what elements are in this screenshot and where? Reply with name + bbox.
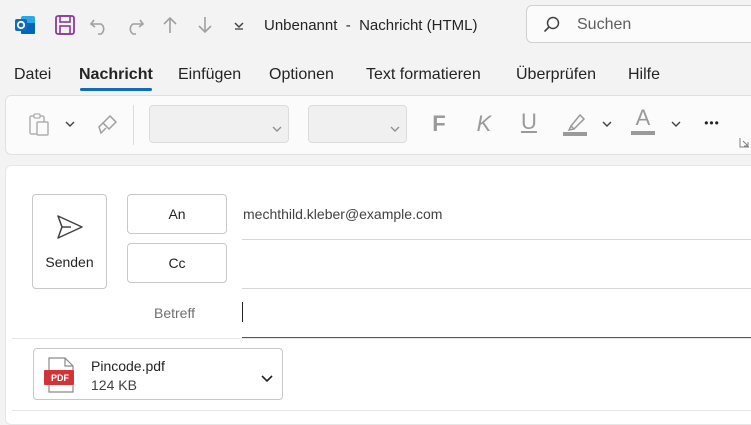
send-icon [56, 214, 84, 245]
attachment-menu-chevron-icon[interactable] [261, 370, 273, 388]
header-separator [12, 338, 751, 339]
save-icon[interactable] [52, 12, 78, 38]
font-color-dropdown-chevron-icon[interactable] [668, 116, 684, 132]
tab-text-formatieren[interactable]: Text formatieren [366, 66, 481, 84]
pdf-badge-label: PDF [51, 373, 69, 383]
active-tab-indicator [80, 88, 152, 91]
highlight-icon[interactable] [560, 108, 590, 138]
title-document-name: Unbenannt [264, 17, 338, 34]
subject-label: Betreff [154, 305, 195, 321]
font-name-chevron-icon [272, 120, 282, 138]
font-name-combobox[interactable] [149, 105, 289, 143]
dialog-launcher-icon[interactable] [738, 136, 750, 148]
cc-field-line [242, 288, 751, 289]
tab-hilfe[interactable]: Hilfe [628, 66, 660, 84]
paste-dropdown-chevron-icon[interactable] [62, 116, 78, 132]
font-size-combobox[interactable] [308, 105, 407, 143]
bold-button[interactable]: F [426, 110, 452, 138]
font-color-swatch [631, 131, 655, 135]
arrow-up-icon[interactable] [157, 12, 183, 38]
redo-icon[interactable] [122, 12, 148, 38]
cc-button[interactable]: Cc [127, 243, 227, 283]
font-size-chevron-icon [390, 120, 400, 138]
send-button[interactable]: Senden [32, 194, 107, 289]
attachment-separator [12, 410, 751, 411]
highlight-dropdown-chevron-icon[interactable] [599, 116, 615, 132]
undo-icon[interactable] [86, 12, 112, 38]
to-field-line [242, 239, 751, 240]
attachment-name: Pincode.pdf [91, 358, 165, 374]
paste-icon[interactable] [25, 110, 53, 140]
outlook-logo-icon [12, 12, 38, 38]
format-painter-icon[interactable] [94, 110, 122, 138]
search-placeholder: Suchen [577, 16, 632, 33]
text-caret [242, 302, 243, 322]
customize-toolbar-chevron-icon[interactable] [226, 12, 252, 38]
to-button[interactable]: An [127, 194, 227, 234]
tab-einfuegen[interactable]: Einfügen [178, 66, 241, 84]
title-separator: - [345, 17, 351, 34]
tab-datei[interactable]: Datei [14, 66, 51, 84]
search-box[interactable]: Suchen [526, 5, 751, 43]
arrow-down-icon[interactable] [192, 12, 218, 38]
attachment-card[interactable]: PDF Pincode.pdf 124 KB [33, 348, 283, 400]
font-color-button[interactable]: A [629, 105, 657, 130]
search-icon [542, 15, 562, 40]
tab-optionen[interactable]: Optionen [269, 66, 334, 84]
subject-focus-line [242, 337, 751, 338]
to-recipient[interactable]: mechthild.kleber@example.com [243, 206, 442, 222]
more-options-button[interactable]: ••• [697, 110, 727, 136]
title-message-kind: Nachricht (HTML) [359, 17, 478, 34]
italic-button[interactable]: K [471, 110, 497, 138]
ribbon-divider [133, 105, 134, 145]
send-button-label: Senden [45, 254, 94, 270]
tab-nachricht[interactable]: Nachricht [79, 66, 153, 84]
window-title: Unbenannt - Nachricht (HTML) [264, 17, 477, 34]
underline-button[interactable]: U [516, 108, 542, 136]
tab-ueberpruefen[interactable]: Überprüfen [516, 66, 596, 84]
attachment-size: 124 KB [91, 377, 137, 393]
